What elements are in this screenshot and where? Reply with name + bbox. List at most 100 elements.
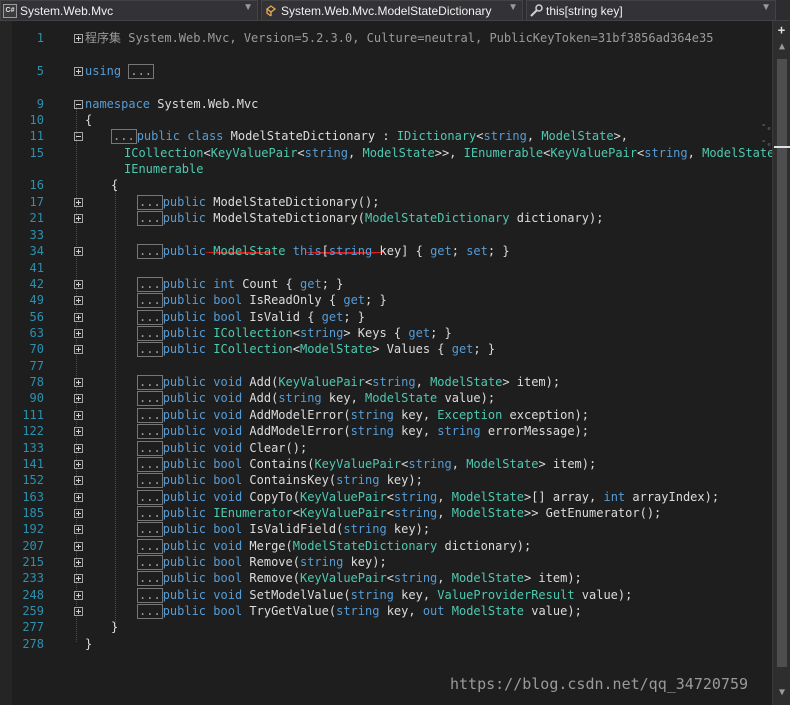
code-token: dictionary); <box>437 539 532 553</box>
code-line[interactable]: 192... public bool IsValidField(string ke… <box>0 521 772 537</box>
class-dropdown[interactable]: System.Web.Mvc.ModelStateDictionary ▼ <box>261 0 523 21</box>
collapsed-region-marker[interactable]: ... <box>137 408 163 423</box>
split-window-icon[interactable]: + <box>775 24 788 36</box>
code-line[interactable]: 63... public ICollection<string> Keys { g… <box>0 325 772 341</box>
expand-outline-icon[interactable] <box>74 444 83 453</box>
expand-outline-icon[interactable] <box>74 198 83 207</box>
code-line[interactable]: 34... public ModelState this[string key] … <box>0 243 772 259</box>
collapsed-region-marker[interactable]: ... <box>137 522 163 537</box>
code-line[interactable]: 77 <box>0 358 772 374</box>
collapsed-region-marker[interactable]: ... <box>137 473 163 488</box>
code-line[interactable]: 1 程序集 System.Web.Mvc, Version=5.2.3.0, Cu… <box>0 30 772 46</box>
collapsed-region-marker[interactable]: ... <box>137 211 163 226</box>
code-line[interactable]: 16 { <box>0 177 772 193</box>
collapsed-region-marker[interactable]: ... <box>137 326 163 341</box>
scrollbar-thumb[interactable] <box>777 59 787 667</box>
collapsed-region-marker[interactable]: ... <box>137 571 163 586</box>
code-line[interactable]: 133... public void Clear(); <box>0 440 772 456</box>
expand-outline-icon[interactable] <box>74 247 83 256</box>
code-line[interactable]: 90... public void Add(string key, ModelSt… <box>0 390 772 406</box>
expand-outline-icon[interactable] <box>74 558 83 567</box>
expand-outline-icon[interactable] <box>74 493 83 502</box>
collapsed-region-marker[interactable]: ... <box>137 506 163 521</box>
code-line[interactable]: 122... public void AddModelError(string k… <box>0 423 772 439</box>
code-line[interactable]: 21... public ModelStateDictionary(ModelSt… <box>0 210 772 226</box>
collapsed-region-marker[interactable]: ... <box>137 457 163 472</box>
collapsed-region-marker[interactable]: ... <box>137 293 163 308</box>
code-line[interactable]: 278} <box>0 636 772 652</box>
code-line[interactable]: IEnumerable <box>0 161 772 177</box>
collapsed-region-marker[interactable]: ... <box>137 310 163 325</box>
code-line[interactable]: 152... public bool ContainsKey(string key… <box>0 472 772 488</box>
expand-outline-icon[interactable] <box>74 607 83 616</box>
code-line[interactable]: 33 <box>0 227 772 243</box>
collapsed-region-marker[interactable]: ... <box>137 277 163 292</box>
member-dropdown[interactable]: this[string key] ▼ <box>526 0 776 21</box>
code-line[interactable]: 207... public void Merge(ModelStateDictio… <box>0 538 772 554</box>
expand-outline-icon[interactable] <box>74 460 83 469</box>
collapse-outline-icon[interactable] <box>74 132 83 141</box>
code-line[interactable]: 248... public void SetModelValue(string k… <box>0 587 772 603</box>
expand-outline-icon[interactable] <box>74 574 83 583</box>
code-line[interactable]: 41 <box>0 260 772 276</box>
code-line[interactable]: 277} <box>0 619 772 635</box>
code-line[interactable]: 111... public void AddModelError(string k… <box>0 407 772 423</box>
code-line[interactable]: 163... public void CopyTo(KeyValuePair<st… <box>0 489 772 505</box>
expand-outline-icon[interactable] <box>74 34 83 43</box>
code-line[interactable]: 185... public IEnumerator<KeyValuePair<st… <box>0 505 772 521</box>
expand-outline-icon[interactable] <box>74 214 83 223</box>
code-line[interactable]: 10 { <box>0 112 772 128</box>
code-line[interactable]: 9 namespace System.Web.Mvc <box>0 96 772 112</box>
code-editor[interactable]: ⁼ₑ ⁼ₑ 1 程序集 System.Web.Mvc, Version=5.2.3… <box>0 21 790 705</box>
expand-outline-icon[interactable] <box>74 427 83 436</box>
collapsed-region-marker[interactable]: ... <box>137 539 163 554</box>
expand-outline-icon[interactable] <box>74 394 83 403</box>
expand-outline-icon[interactable] <box>74 280 83 289</box>
expand-outline-icon[interactable] <box>74 345 83 354</box>
code-line[interactable]: 42... public int Count { get; } <box>0 276 772 292</box>
project-dropdown[interactable]: C# System.Web.Mvc ▼ <box>0 0 258 21</box>
code-line[interactable]: 17... public ModelStateDictionary(); <box>0 194 772 210</box>
vertical-scrollbar[interactable]: + ▲ ▼ <box>772 21 790 705</box>
expand-outline-icon[interactable] <box>74 329 83 338</box>
code-line[interactable]: 70... public ICollection<ModelState> Valu… <box>0 341 772 357</box>
collapsed-region-marker[interactable]: ... <box>137 244 163 259</box>
expand-outline-icon[interactable] <box>74 525 83 534</box>
expand-outline-icon[interactable] <box>74 67 83 76</box>
code-line[interactable]: 78 ... public void Add(KeyValuePair<string… <box>0 374 772 390</box>
collapse-outline-icon[interactable] <box>74 100 83 109</box>
collapsed-region-marker[interactable]: ... <box>137 342 163 357</box>
collapsed-region-marker[interactable]: ... <box>137 195 163 210</box>
code-line[interactable]: 141 ... public bool Contains(KeyValuePair<… <box>0 456 772 472</box>
code-line[interactable]: 56... public bool IsValid { get; } <box>0 309 772 325</box>
expand-outline-icon[interactable] <box>74 296 83 305</box>
collapsed-region-marker[interactable]: ... <box>128 64 155 79</box>
expand-outline-icon[interactable] <box>74 591 83 600</box>
code-line[interactable]: 49... public bool IsReadOnly { get; } <box>0 292 772 308</box>
scroll-up-arrow-icon[interactable]: ▲ <box>773 39 790 55</box>
collapsed-region-marker[interactable]: ... <box>137 391 163 406</box>
code-line[interactable]: 15 ICollection<KeyValuePair<string, Model… <box>0 145 790 161</box>
collapsed-region-marker[interactable]: ... <box>137 555 163 570</box>
collapsed-region-marker[interactable]: ... <box>137 424 163 439</box>
code-line[interactable]: 259... public bool TryGetValue(string key… <box>0 603 772 619</box>
expand-outline-icon[interactable] <box>74 476 83 485</box>
collapsed-region-marker[interactable]: ... <box>111 129 137 144</box>
collapsed-region-marker[interactable]: ... <box>137 604 163 619</box>
expand-outline-icon[interactable] <box>74 313 83 322</box>
expand-outline-icon[interactable] <box>74 411 83 420</box>
collapsed-region-marker[interactable]: ... <box>137 375 163 390</box>
expand-outline-icon[interactable] <box>74 378 83 387</box>
scroll-down-arrow-icon[interactable]: ▼ <box>773 685 790 701</box>
keyword-token: string <box>483 129 527 143</box>
code-line[interactable]: 233... public bool Remove(KeyValuePair<st… <box>0 570 772 586</box>
code-line[interactable]: 215... public bool Remove(string key); <box>0 554 772 570</box>
code-line[interactable]: 11... public class ModelStateDictionary :… <box>0 128 772 144</box>
code-line[interactable]: 5 using ... <box>0 63 772 79</box>
collapsed-region-marker[interactable]: ... <box>137 588 163 603</box>
expand-outline-icon[interactable] <box>74 509 83 518</box>
expand-outline-icon[interactable] <box>74 542 83 551</box>
collapsed-region-marker[interactable]: ... <box>137 441 163 456</box>
collapsed-region-marker[interactable]: ... <box>137 490 163 505</box>
keyword-token: public <box>162 555 207 569</box>
